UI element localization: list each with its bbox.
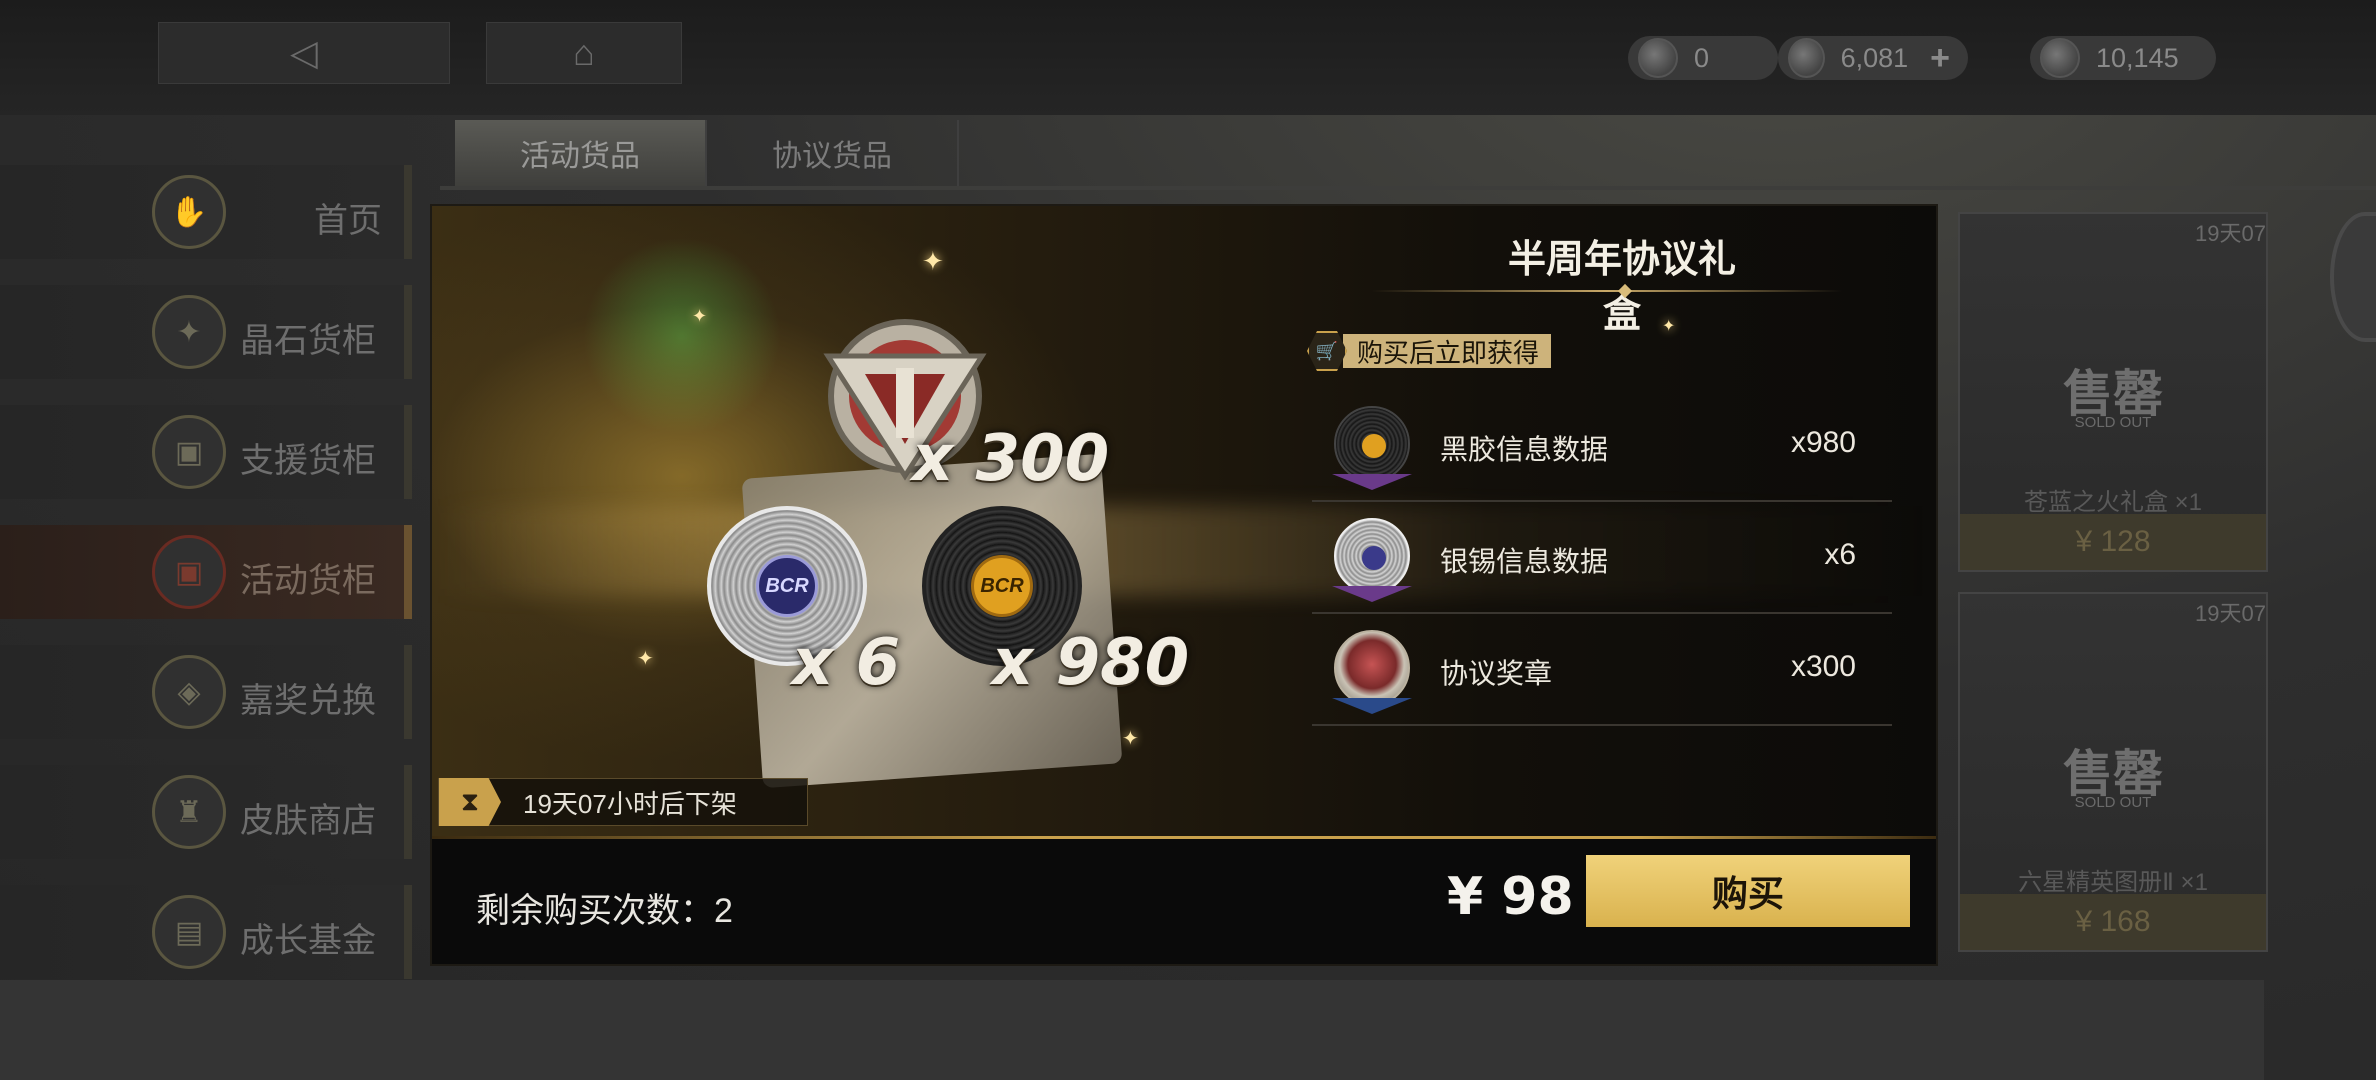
currency-ticket: 0 (1628, 36, 1778, 80)
reward-quantity: x6 (1824, 538, 1856, 571)
silver-quantity: x 6 (792, 626, 901, 700)
fund-icon: ▤ (152, 895, 226, 969)
sidebar-item-label: 活动货柜 (240, 562, 376, 600)
reward-quantity: x980 (1790, 426, 1856, 459)
sidebar-item-growth-fund[interactable]: ▤ 成长基金 (0, 885, 412, 979)
card-price: ¥ 128 (1960, 514, 2266, 570)
rarity-base (1332, 586, 1412, 602)
reward-quantity: x300 (1790, 650, 1856, 683)
protocol-medal-icon (1334, 630, 1410, 706)
ticket-currency-icon (1638, 38, 1678, 78)
purchase-dialog: ✦ ✦ ✦ ✦ ✦ BCR BCR x 300 x 6 x 980 ⧗ 19天0… (430, 204, 1938, 966)
gift-box-art: ✦ ✦ ✦ ✦ ✦ BCR BCR x 300 x 6 x 980 ⧗ 19天0… (432, 206, 1936, 836)
crate-icon: ▣ (152, 415, 226, 489)
sidebar-item-label: 晶石货柜 (240, 322, 376, 360)
crystal-currency-icon (1788, 38, 1825, 78)
sparkle-icon: ✦ (922, 246, 944, 276)
reward-name: 银锡信息数据 (1440, 546, 1609, 577)
reward-row: 银锡信息数据 x6 (1312, 504, 1892, 614)
currency-value: 0 (1694, 42, 1710, 73)
tab-protocol-goods[interactable]: 协议货品 (707, 120, 959, 186)
back-arrow-icon: ◁ (290, 32, 318, 73)
hand-icon: ✋ (152, 175, 226, 249)
top-bar: ◁ ⌂ 0 6,081 + 10,145 (0, 0, 2376, 115)
sidebar-item-label: 皮肤商店 (240, 802, 376, 840)
sparkle-icon: ✦ (1122, 728, 1139, 750)
back-button[interactable]: ◁ (158, 22, 450, 84)
sparkle-icon: ✦ (692, 306, 708, 326)
sidebar-item-label: 成长基金 (240, 922, 376, 960)
buy-button[interactable]: 购买 (1586, 855, 1910, 927)
hourglass-icon: ⧗ (439, 778, 501, 826)
currency-value: 6,081 (1840, 42, 1909, 73)
cart-icon: 🛒 (1307, 331, 1347, 371)
jacket-icon: ♜ (152, 775, 226, 849)
rarity-base (1332, 698, 1412, 714)
product-card[interactable]: 19天07 售罄 SOLD OUT 苍蓝之火礼盒 ×1 ¥ 128 (1958, 212, 2268, 572)
card-price: ¥ 168 (1960, 894, 2266, 950)
add-currency-icon[interactable]: + (1930, 39, 1950, 78)
medal-icon: ◈ (152, 655, 226, 729)
remaining-purchases: 剩余购买次数：2 (476, 892, 733, 930)
shop-tabs: 活动货品 协议货品 (455, 120, 959, 186)
sidebar-item-label: 支援货柜 (240, 442, 376, 480)
card-name: 苍蓝之火礼盒 ×1 (2023, 489, 2203, 516)
sidebar-item-support-cabinet[interactable]: ▣ 支援货柜 (0, 405, 412, 499)
obtain-badge: 🛒 购买后立即获得 (1307, 331, 1552, 371)
currency-value: 10,145 (2096, 42, 2179, 73)
gift-box-title: 半周年协议礼盒 (1507, 239, 1736, 336)
sparkle-icon: ✦ (637, 648, 654, 670)
home-button[interactable]: ⌂ (486, 22, 682, 84)
removal-timer: ⧗ 19天07小时后下架 (438, 778, 808, 826)
black-vinyl-icon (1334, 406, 1410, 482)
sidebar-item-reward-exchange[interactable]: ◈ 嘉奖兑换 (0, 645, 412, 739)
card-timer: 19天07 (2195, 221, 2266, 246)
card-name: 六星精英图册Ⅱ ×1 (2018, 869, 2208, 896)
sidebar-item-event-cabinet[interactable]: ▣ 活动货柜 (0, 525, 412, 619)
medal-quantity: x 300 (912, 422, 1110, 496)
sidebar-item-label: 嘉奖兑换 (240, 682, 376, 720)
sidebar-item-crystal-cabinet[interactable]: ✦ 晶石货柜 (0, 285, 412, 379)
globe-currency-icon (2040, 38, 2080, 78)
price-label: ¥ 98 (1447, 867, 1574, 927)
tab-divider (440, 186, 2376, 190)
event-crate-icon: ▣ (152, 535, 226, 609)
disc-label: BCR (971, 555, 1033, 617)
reward-name: 黑胶信息数据 (1440, 434, 1609, 465)
currency-crystal[interactable]: 6,081 + (1778, 36, 1968, 80)
product-card[interactable]: 19天07 售罄 SOLD OUT 六星精英图册Ⅱ ×1 ¥ 168 (1958, 592, 2268, 952)
disc-label: BCR (756, 555, 818, 617)
reward-name: 协议奖章 (1440, 658, 1553, 689)
sidebar-item-skin-shop[interactable]: ♜ 皮肤商店 (0, 765, 412, 859)
sidebar-item-home[interactable]: ✋ 首页 (0, 165, 412, 259)
currency-globe: 10,145 (2030, 36, 2216, 80)
sold-out-stamp-en: SOLD OUT (2074, 794, 2152, 811)
bottom-strip (0, 980, 2264, 1080)
crystal-icon: ✦ (152, 295, 226, 369)
black-quantity: x 980 (992, 626, 1190, 700)
obtain-label: 购买后立即获得 (1343, 334, 1552, 368)
reward-row: 协议奖章 x300 (1312, 616, 1892, 726)
reward-row: 黑胶信息数据 x980 (1312, 392, 1892, 502)
timer-text: 19天07小时后下架 (523, 788, 737, 819)
purchase-footer: 剩余购买次数：2 ¥ 98 购买 (432, 839, 1936, 964)
title-underline (1372, 290, 1842, 292)
home-icon: ⌂ (573, 32, 595, 73)
rarity-base (1332, 474, 1412, 490)
silver-disc-icon (1334, 518, 1410, 594)
card-timer: 19天07 (2195, 601, 2266, 626)
sidebar-item-label: 首页 (314, 202, 382, 240)
sold-out-stamp-en: SOLD OUT (2074, 414, 2152, 431)
tab-event-goods[interactable]: 活动货品 (455, 120, 707, 186)
